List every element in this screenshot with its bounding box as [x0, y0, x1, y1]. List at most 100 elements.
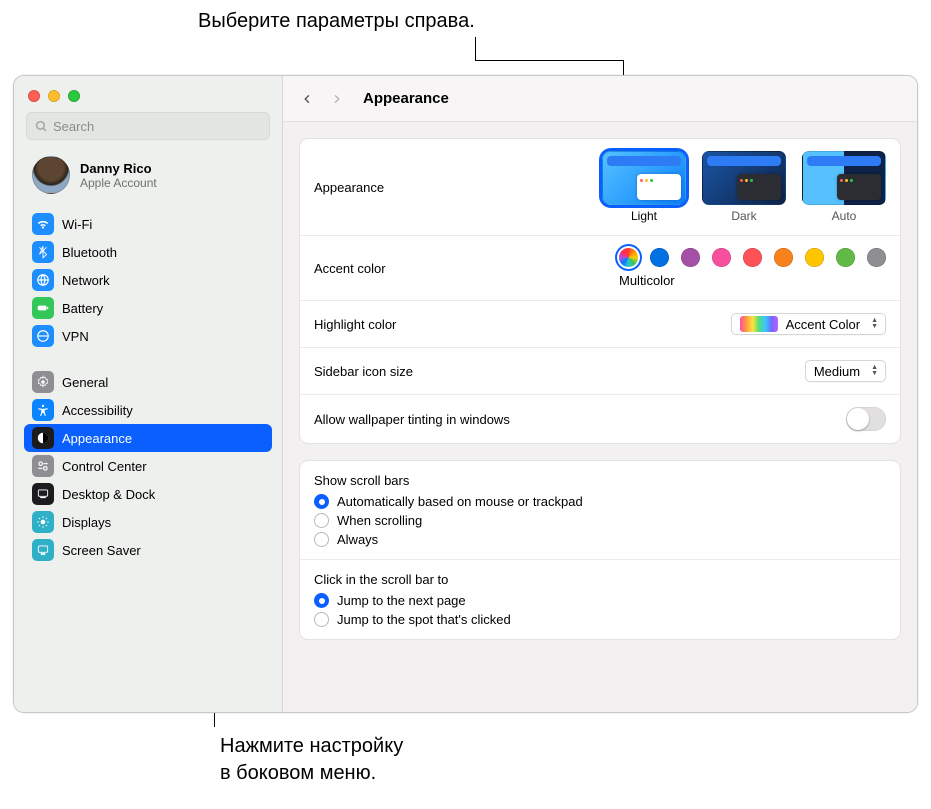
accent-swatch[interactable]	[743, 248, 762, 267]
annotation-top: Выберите параметры справа.	[198, 8, 475, 35]
close-button[interactable]	[28, 90, 40, 102]
sidebar-item-label: Control Center	[62, 459, 147, 474]
radio-option[interactable]: Jump to the spot that's clicked	[314, 612, 886, 627]
screen-saver-icon	[32, 539, 54, 561]
sidebar-icon-popup[interactable]: Medium ▲▼	[805, 360, 886, 382]
sidebar-item-label: Desktop & Dock	[62, 487, 155, 502]
sidebar-item-desktop-dock[interactable]: Desktop & Dock	[24, 480, 272, 508]
sidebar-item-wifi[interactable]: Wi-Fi	[24, 210, 272, 238]
sidebar-item-vpn[interactable]: VPN	[24, 322, 272, 350]
desktop-dock-icon	[32, 483, 54, 505]
theme-thumbnail	[802, 151, 886, 205]
scroll-panel: Show scroll bars Automatically based on …	[299, 460, 901, 640]
popup-value: Medium	[814, 364, 860, 379]
radio-button-icon	[314, 612, 329, 627]
accent-swatch[interactable]	[774, 248, 793, 267]
accent-swatch[interactable]	[836, 248, 855, 267]
scrollclick-row: Click in the scroll bar to Jump to the n…	[300, 560, 900, 639]
account-row[interactable]: Danny Rico Apple Account	[14, 150, 282, 206]
radio-label: Jump to the next page	[337, 593, 466, 608]
sidebar-item-label: VPN	[62, 329, 89, 344]
accent-swatch[interactable]	[681, 248, 700, 267]
sidebar-item-accessibility[interactable]: Accessibility	[24, 396, 272, 424]
sidebar-group: Wi-Fi Bluetooth Network Battery VPN	[14, 206, 282, 354]
tinting-toggle[interactable]	[846, 407, 886, 431]
sidebar-icon-row: Sidebar icon size Medium ▲▼	[300, 348, 900, 395]
battery-icon	[32, 297, 54, 319]
control-center-icon	[32, 455, 54, 477]
zoom-button[interactable]	[68, 90, 80, 102]
accent-swatch[interactable]	[867, 248, 886, 267]
radio-label: Always	[337, 532, 378, 547]
chevron-right-icon	[331, 91, 342, 107]
callout-line	[475, 37, 476, 60]
accent-row: Accent color Multicolor	[300, 236, 900, 301]
accent-swatch[interactable]	[712, 248, 731, 267]
row-label: Highlight color	[314, 317, 396, 332]
sidebar-item-general[interactable]: General	[24, 368, 272, 396]
highlight-popup[interactable]: Accent Color ▲▼	[731, 313, 886, 335]
popup-value: Accent Color	[786, 317, 860, 332]
radio-label: Automatically based on mouse or trackpad	[337, 494, 583, 509]
sidebar-item-battery[interactable]: Battery	[24, 294, 272, 322]
chevron-left-icon	[302, 91, 313, 107]
account-name: Danny Rico	[80, 161, 157, 176]
account-subtitle: Apple Account	[80, 176, 157, 190]
sidebar-item-label: Displays	[62, 515, 111, 530]
appearance-panel: Appearance Light Dark	[299, 138, 901, 444]
sidebar-item-screen-saver[interactable]: Screen Saver	[24, 536, 272, 564]
row-label: Allow wallpaper tinting in windows	[314, 412, 510, 427]
sidebar-item-label: Screen Saver	[62, 543, 141, 558]
sidebar-item-label: Battery	[62, 301, 103, 316]
bluetooth-icon	[32, 241, 54, 263]
theme-label: Dark	[731, 209, 756, 223]
radio-option[interactable]: Always	[314, 532, 886, 547]
row-label: Show scroll bars	[314, 473, 886, 488]
sidebar-group: General Accessibility Appearance Control…	[14, 364, 282, 568]
displays-icon	[32, 511, 54, 533]
row-label: Accent color	[314, 261, 386, 276]
forward-button[interactable]	[328, 91, 345, 107]
minimize-button[interactable]	[48, 90, 60, 102]
row-label: Sidebar icon size	[314, 364, 413, 379]
search-input[interactable]: Search	[26, 112, 270, 140]
sidebar-item-label: Bluetooth	[62, 245, 117, 260]
accent-swatch[interactable]	[619, 248, 638, 267]
annotation-bottom: Нажмите настройку в боковом меню.	[220, 733, 403, 787]
radio-option[interactable]: Jump to the next page	[314, 593, 886, 608]
sidebar-item-network[interactable]: Network	[24, 266, 272, 294]
accent-swatch[interactable]	[805, 248, 824, 267]
sidebar-item-appearance[interactable]: Appearance	[24, 424, 272, 452]
wifi-icon	[32, 213, 54, 235]
sidebar-item-bluetooth[interactable]: Bluetooth	[24, 238, 272, 266]
sidebar: Search Danny Rico Apple Account Wi-Fi Bl…	[14, 76, 283, 712]
sidebar-item-displays[interactable]: Displays	[24, 508, 272, 536]
accent-swatch[interactable]	[650, 248, 669, 267]
scrollbars-radio-group: Automatically based on mouse or trackpad…	[314, 494, 886, 547]
avatar	[32, 156, 70, 194]
window-controls	[14, 86, 282, 112]
updown-icon: ▲▼	[868, 363, 881, 379]
search-icon	[35, 120, 48, 133]
sidebar-item-label: Appearance	[62, 431, 132, 446]
accent-caption: Multicolor	[619, 273, 675, 288]
radio-label: Jump to the spot that's clicked	[337, 612, 511, 627]
radio-option[interactable]: When scrolling	[314, 513, 886, 528]
radio-button-icon	[314, 513, 329, 528]
radio-button-icon	[314, 532, 329, 547]
scrollbars-row: Show scroll bars Automatically based on …	[300, 461, 900, 560]
gear-icon	[32, 371, 54, 393]
topbar: Appearance	[283, 76, 917, 122]
theme-label: Light	[631, 209, 657, 223]
highlight-row: Highlight color Accent Color ▲▼	[300, 301, 900, 348]
tinting-row: Allow wallpaper tinting in windows	[300, 395, 900, 443]
sidebar-item-label: General	[62, 375, 108, 390]
theme-auto[interactable]: Auto	[802, 151, 886, 223]
sidebar-item-label: Accessibility	[62, 403, 133, 418]
accent-swatches	[619, 248, 886, 267]
theme-light[interactable]: Light	[602, 151, 686, 223]
back-button[interactable]	[299, 91, 316, 107]
radio-option[interactable]: Automatically based on mouse or trackpad	[314, 494, 886, 509]
sidebar-item-control-center[interactable]: Control Center	[24, 452, 272, 480]
theme-dark[interactable]: Dark	[702, 151, 786, 223]
